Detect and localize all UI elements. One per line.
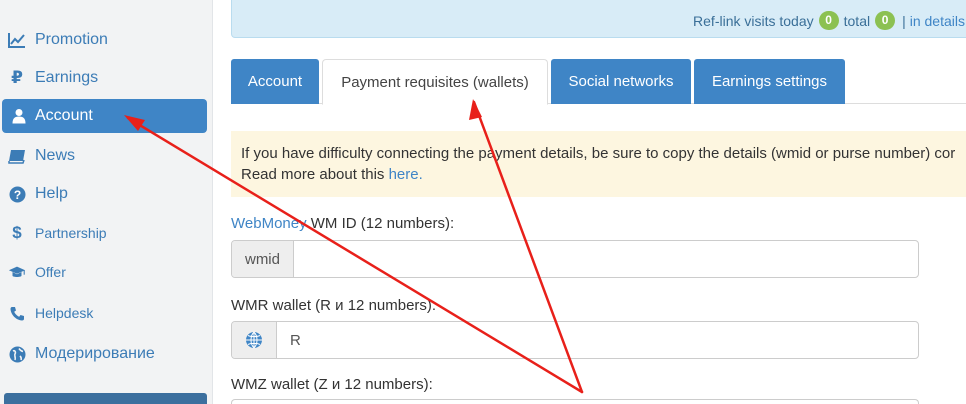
wmid-input-group: wmid bbox=[231, 240, 919, 278]
ref-link-banner: Ref-link visits today 0 total 0 | in det… bbox=[231, 0, 966, 38]
sidebar-item-label: Account bbox=[35, 107, 93, 124]
sidebar-item-label: Help bbox=[35, 185, 68, 202]
ruble-icon: ₽ bbox=[11, 68, 23, 87]
ref-link-stats: Ref-link visits today 0 total 0 | in det… bbox=[693, 11, 965, 30]
tab-earnings-settings[interactable]: Earnings settings bbox=[694, 59, 845, 104]
sidebar-item-label: Earnings bbox=[35, 69, 99, 86]
total-label: total bbox=[843, 12, 871, 29]
webmoney-globe-icon bbox=[232, 322, 277, 358]
question-circle-icon: ? bbox=[8, 185, 26, 203]
svg-text:?: ? bbox=[13, 188, 20, 202]
sidebar-item-promotion[interactable]: Promotion bbox=[0, 27, 208, 53]
ref-link-visits-label: Ref-link visits today bbox=[693, 12, 814, 29]
sidebar: Promotion ₽ Earnings Account News ? Help… bbox=[0, 0, 213, 404]
sidebar-item-account[interactable]: Account bbox=[2, 99, 207, 133]
sidebar-item-moderation[interactable]: Модерирование bbox=[0, 341, 208, 367]
warning-read-more: Read more about this here. bbox=[241, 166, 423, 183]
phone-icon bbox=[8, 304, 26, 322]
wmz-wallet-input[interactable] bbox=[231, 399, 919, 404]
wmid-label-text: WM ID (12 numbers): bbox=[306, 215, 455, 232]
separator: | bbox=[902, 12, 906, 29]
sidebar-item-help[interactable]: ? Help bbox=[0, 181, 208, 207]
wmr-wallet-input[interactable]: R bbox=[277, 322, 918, 358]
line-chart-icon bbox=[8, 31, 26, 49]
sidebar-item-label: Helpdesk bbox=[35, 305, 94, 321]
user-icon bbox=[10, 107, 28, 125]
wmr-field-label: WMR wallet (R и 12 numbers): bbox=[231, 297, 437, 314]
sidebar-item-partnership[interactable]: $ Partnership bbox=[0, 220, 208, 246]
sidebar-item-label: News bbox=[35, 147, 76, 164]
in-details-link[interactable]: in details bbox=[910, 13, 965, 29]
sidebar-item-news[interactable]: News bbox=[0, 143, 208, 169]
tab-social-networks[interactable]: Social networks bbox=[551, 59, 691, 104]
wmid-input[interactable] bbox=[294, 241, 918, 277]
sidebar-item-helpdesk[interactable]: Helpdesk bbox=[0, 300, 208, 326]
payment-warning-notice: If you have difficulty connecting the pa… bbox=[231, 131, 966, 197]
graduation-cap-icon bbox=[8, 263, 26, 281]
tab-account[interactable]: Account bbox=[231, 59, 319, 104]
webmoney-link[interactable]: WebMoney bbox=[231, 215, 307, 232]
globe-icon bbox=[8, 345, 26, 363]
sidebar-item-label: Partnership bbox=[35, 225, 107, 241]
wmid-addon: wmid bbox=[232, 241, 294, 277]
sidebar-item-label: Promotion bbox=[35, 31, 108, 48]
wmz-field-label: WMZ wallet (Z и 12 numbers): bbox=[231, 376, 433, 393]
wmr-input-group: R bbox=[231, 321, 919, 359]
tab-payment-requisites[interactable]: Payment requisites (wallets) bbox=[322, 59, 548, 105]
here-link[interactable]: here. bbox=[389, 166, 423, 183]
sidebar-bottom-block bbox=[4, 393, 207, 404]
warning-text: If you have difficulty connecting the pa… bbox=[241, 145, 956, 162]
sidebar-item-label: Модерирование bbox=[35, 345, 155, 362]
wmid-field-label: WebMoney WM ID (12 numbers): bbox=[231, 215, 454, 232]
sidebar-item-offer[interactable]: Offer bbox=[0, 259, 208, 285]
book-icon bbox=[8, 147, 26, 165]
warning-read-more-text: Read more about this bbox=[241, 166, 389, 183]
sidebar-item-label: Offer bbox=[35, 264, 66, 280]
today-count-badge: 0 bbox=[818, 11, 839, 30]
sidebar-item-earnings[interactable]: ₽ Earnings bbox=[0, 65, 208, 91]
total-count-badge: 0 bbox=[875, 11, 896, 30]
dollar-icon: $ bbox=[12, 223, 22, 242]
